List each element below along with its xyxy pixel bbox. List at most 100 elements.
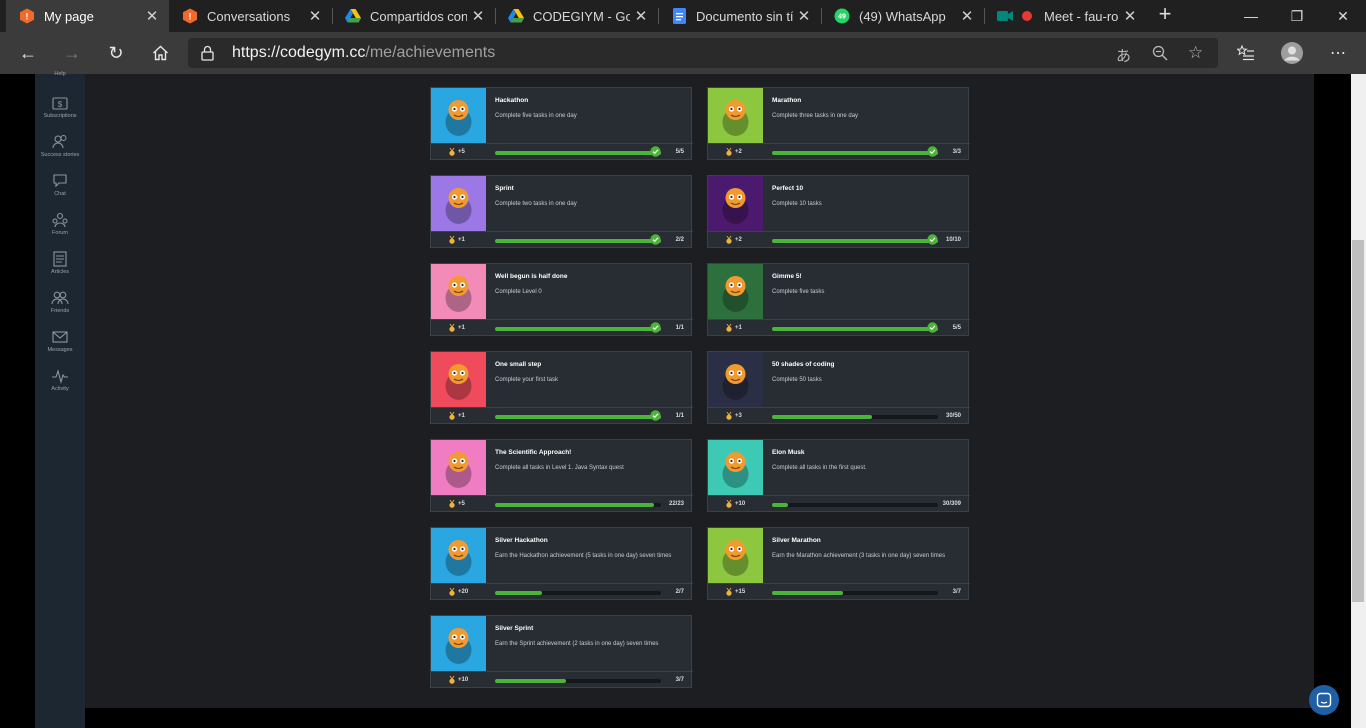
achievement-description: Complete three tasks in one day <box>772 113 859 119</box>
forward-arrow-icon[interactable]: → <box>57 38 87 68</box>
achievement-card-elon-musk[interactable]: Elon Musk Complete all tasks in the first… <box>707 439 970 512</box>
sidebar-item-success-stories[interactable]: Success stories <box>35 133 85 158</box>
medal-icon <box>726 148 732 156</box>
progress-fill <box>772 239 938 243</box>
achievement-card-perfect-10[interactable]: Perfect 10 Complete 10 tasks +2 10/10 <box>707 175 970 248</box>
achievement-card-50-shades-of-coding[interactable]: 50 shades of coding Complete 50 tasks +3 30… <box>707 351 970 424</box>
scrollbar-thumb[interactable] <box>1352 240 1364 602</box>
sidebar-item-articles[interactable]: Articles <box>35 250 85 275</box>
check-icon <box>927 322 938 333</box>
achievement-card-sprint[interactable]: Sprint Complete two tasks in one day +1 2/2 <box>430 175 693 248</box>
achievement-description: Complete all tasks in Level 1. Java Synt… <box>495 465 624 471</box>
close-icon[interactable]: ✕ <box>630 7 652 25</box>
achievement-card-marathon[interactable]: Marathon Complete three tasks in one day +… <box>707 87 970 160</box>
medal-icon <box>449 500 455 508</box>
close-icon[interactable]: ✕ <box>956 7 978 25</box>
achievement-count: 1/1 <box>675 413 684 419</box>
achievement-description: Earn the Hackathon achievement (5 tasks … <box>495 553 672 559</box>
achievement-footer: +10 3/7 <box>431 671 693 688</box>
sidebar-item-forum[interactable]: Forum <box>35 211 85 236</box>
window-close-icon[interactable]: ✕ <box>1320 0 1366 32</box>
refresh-icon[interactable]: ↻ <box>101 38 131 68</box>
achievement-card-silver-marathon[interactable]: Silver Marathon Earn the Marathon achieve… <box>707 527 970 600</box>
achievement-title: 50 shades of coding <box>772 361 835 368</box>
tab-conversations[interactable]: ! Conversations ✕ <box>169 0 332 32</box>
achievement-image <box>708 440 763 495</box>
sidebar-item-label: Chat <box>54 191 66 197</box>
pulse-icon <box>51 367 69 385</box>
achievement-count: 5/5 <box>952 325 961 331</box>
sidebar-item-chat[interactable]: Chat <box>35 172 85 197</box>
progress-fill <box>495 239 661 243</box>
achievement-art-icon <box>445 276 472 312</box>
close-icon[interactable]: ✕ <box>1119 7 1141 25</box>
achievement-art-icon <box>722 452 749 488</box>
achievement-card-the-scientific-approach[interactable]: The Scientific Approach! Complete all tas… <box>430 439 693 512</box>
favorites-list-icon[interactable] <box>1231 38 1261 68</box>
more-options-icon[interactable]: ⋯ <box>1323 38 1353 68</box>
achievement-count: 3/7 <box>952 589 961 595</box>
achievement-description: Complete your first task <box>495 377 559 383</box>
favorite-star-icon[interactable]: ☆ <box>1188 43 1203 63</box>
support-chat-button[interactable] <box>1309 685 1339 715</box>
achievement-card-silver-sprint[interactable]: Silver Sprint Earn the Sprint achievement… <box>430 615 693 688</box>
progress-bar <box>495 151 661 155</box>
achievement-footer: +15 3/7 <box>708 583 970 600</box>
close-icon[interactable]: ✕ <box>467 7 489 25</box>
progress-bar <box>772 415 938 419</box>
close-icon[interactable]: ✕ <box>793 7 815 25</box>
address-bar[interactable]: https://codegym.cc/me/achievements あ ☆ <box>188 38 1218 68</box>
users-icon <box>51 133 69 151</box>
achievement-description: Complete five tasks <box>772 289 825 295</box>
achievement-reward: +1 <box>735 325 742 331</box>
progress-bar <box>495 503 661 507</box>
achievement-art-icon <box>445 100 472 136</box>
tab-my-page[interactable]: ! My page ✕ <box>6 0 169 32</box>
new-tab-plus-icon[interactable]: + <box>1153 3 1177 27</box>
sidebar-item-subscriptions[interactable]: $ Subscriptions <box>35 94 85 119</box>
achievement-reward: +10 <box>735 501 746 507</box>
tab-compartidos[interactable]: Compartidos conm ✕ <box>332 0 495 32</box>
profile-avatar-icon[interactable] <box>1277 38 1307 68</box>
sidebar-item-help[interactable]: Help <box>35 70 85 77</box>
sidebar-item-label: Forum <box>52 230 68 236</box>
tab-codegiym[interactable]: CODEGIYM - Goo ✕ <box>495 0 658 32</box>
svg-text:!: ! <box>26 12 29 22</box>
translate-icon[interactable]: あ <box>1116 45 1131 66</box>
achievement-card-hackathon[interactable]: Hackathon Complete five tasks in one day +… <box>430 87 693 160</box>
achievement-card-gimme-5[interactable]: Gimme 5! Complete five tasks +1 5/5 <box>707 263 970 336</box>
sidebar-item-activity[interactable]: Activity <box>35 367 85 392</box>
minimize-icon[interactable]: — <box>1228 0 1274 32</box>
back-arrow-icon[interactable]: ← <box>13 38 43 68</box>
tab-whatsapp[interactable]: 49 (49) WhatsApp ✕ <box>821 0 984 32</box>
home-icon[interactable] <box>145 38 175 68</box>
restore-icon[interactable]: ❐ <box>1274 0 1320 32</box>
achievement-footer: +5 5/5 <box>431 143 693 160</box>
achievement-card-silver-hackathon[interactable]: Silver Hackathon Earn the Hackathon achie… <box>430 527 693 600</box>
medal-icon <box>449 676 455 684</box>
sidebar-item-friends[interactable]: Friends <box>35 289 85 314</box>
close-icon[interactable]: ✕ <box>304 7 326 25</box>
achievement-image <box>431 264 486 319</box>
dollar-icon: $ <box>51 94 69 112</box>
achievement-art-icon <box>445 188 472 224</box>
sidebar-item-label: Messages <box>47 347 73 353</box>
achievement-footer: +1 5/5 <box>708 319 970 336</box>
achievement-image <box>431 352 486 407</box>
achievement-reward: +3 <box>735 413 742 419</box>
tab-title: My page <box>44 8 94 24</box>
zoom-icon[interactable] <box>1152 45 1168 65</box>
achievement-card-well-begun-is-half-done[interactable]: Well begun is half done Complete Level 0 +… <box>430 263 693 336</box>
sidebar-item-messages[interactable]: Messages <box>35 328 85 353</box>
achievement-description: Complete Level 0 <box>495 289 542 295</box>
sidebar-item-label: Subscriptions <box>43 113 77 119</box>
medal-icon <box>449 148 455 156</box>
progress-fill <box>495 415 661 419</box>
tab-meet[interactable]: Meet - fau-ro ✕ <box>984 0 1147 32</box>
close-icon[interactable]: ✕ <box>141 7 163 25</box>
tab-documento[interactable]: Documento sin tít ✕ <box>658 0 821 32</box>
achievement-title: Hackathon <box>495 97 529 104</box>
achievement-card-one-small-step[interactable]: One small step Complete your first task +1… <box>430 351 693 424</box>
forum-icon <box>51 211 69 229</box>
medal-icon <box>449 588 455 596</box>
